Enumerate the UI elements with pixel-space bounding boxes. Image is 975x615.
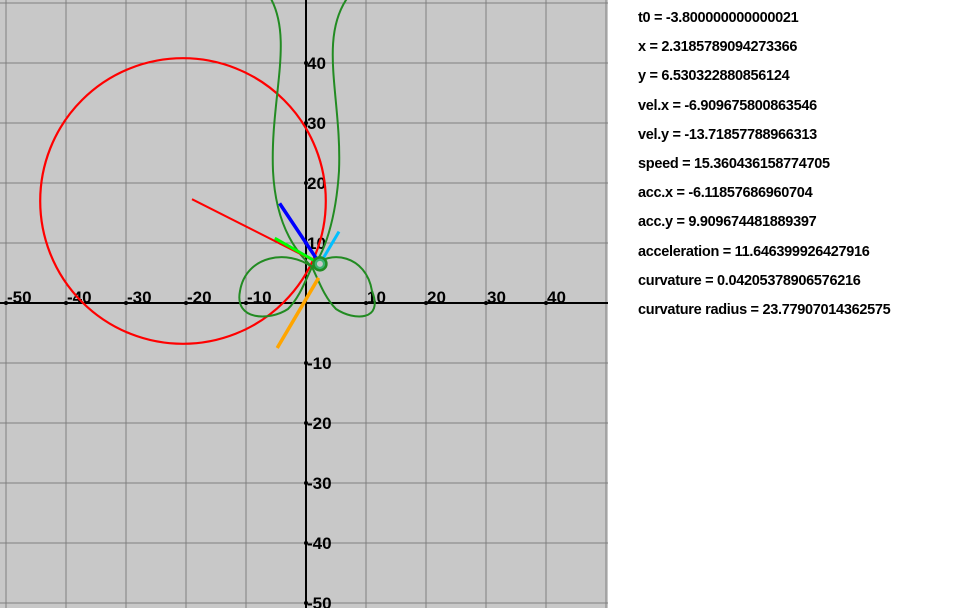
x-tick-label: 30 (487, 288, 506, 307)
y-tick-label: -10 (307, 354, 332, 373)
y-tick-label: -30 (307, 474, 332, 493)
x-tick-label: -20 (187, 288, 212, 307)
x-tick-label: -30 (127, 288, 152, 307)
plot-panel[interactable]: -50 -40 -30 -20 -10 10 20 30 40 40 30 20 10 -10 -20 -30… (0, 0, 608, 608)
y-tick-label: 30 (307, 114, 326, 133)
y-tick-label: -40 (307, 534, 332, 553)
y-readout: y = 6.530322880856124 (638, 68, 790, 85)
t0-readout: t0 = -3.800000000000021 (638, 10, 799, 26)
y-tick-label: 40 (307, 54, 326, 73)
x-tick-label: 10 (367, 288, 386, 307)
y-tick-label: -50 (307, 594, 332, 608)
curvature-radius-readout: curvature radius = 23.77907014362575 (638, 301, 891, 318)
x-tick-label: 20 (427, 288, 446, 307)
vel-y-readout: vel.y = -13.71857788966313 (638, 126, 817, 143)
curvature-readout: curvature = 0.04205378906576216 (638, 272, 861, 289)
speed-readout: speed = 15.360436158774705 (638, 155, 830, 172)
moving-point-center (316, 260, 323, 267)
vel-x-readout: vel.x = -6.909675800863546 (638, 97, 817, 114)
acceleration-readout: acceleration = 11.646399926427916 (638, 243, 870, 260)
readout-panel: t0 = -3.800000000000021 x = 2.3185789094… (638, 4, 968, 325)
y-tick-label: -20 (307, 414, 332, 433)
x-tick-label: 40 (547, 288, 566, 307)
acc-x-readout: acc.x = -6.11857686960704 (638, 185, 813, 202)
x-tick-label: -10 (247, 288, 272, 307)
acc-y-readout: acc.y = 9.909674481889397 (638, 214, 817, 231)
x-readout: x = 2.3185789094273366 (638, 39, 798, 56)
plot-canvas[interactable]: -50 -40 -30 -20 -10 10 20 30 4040302010-10-20-30… (0, 0, 608, 608)
x-tick-label: -50 (7, 288, 32, 307)
